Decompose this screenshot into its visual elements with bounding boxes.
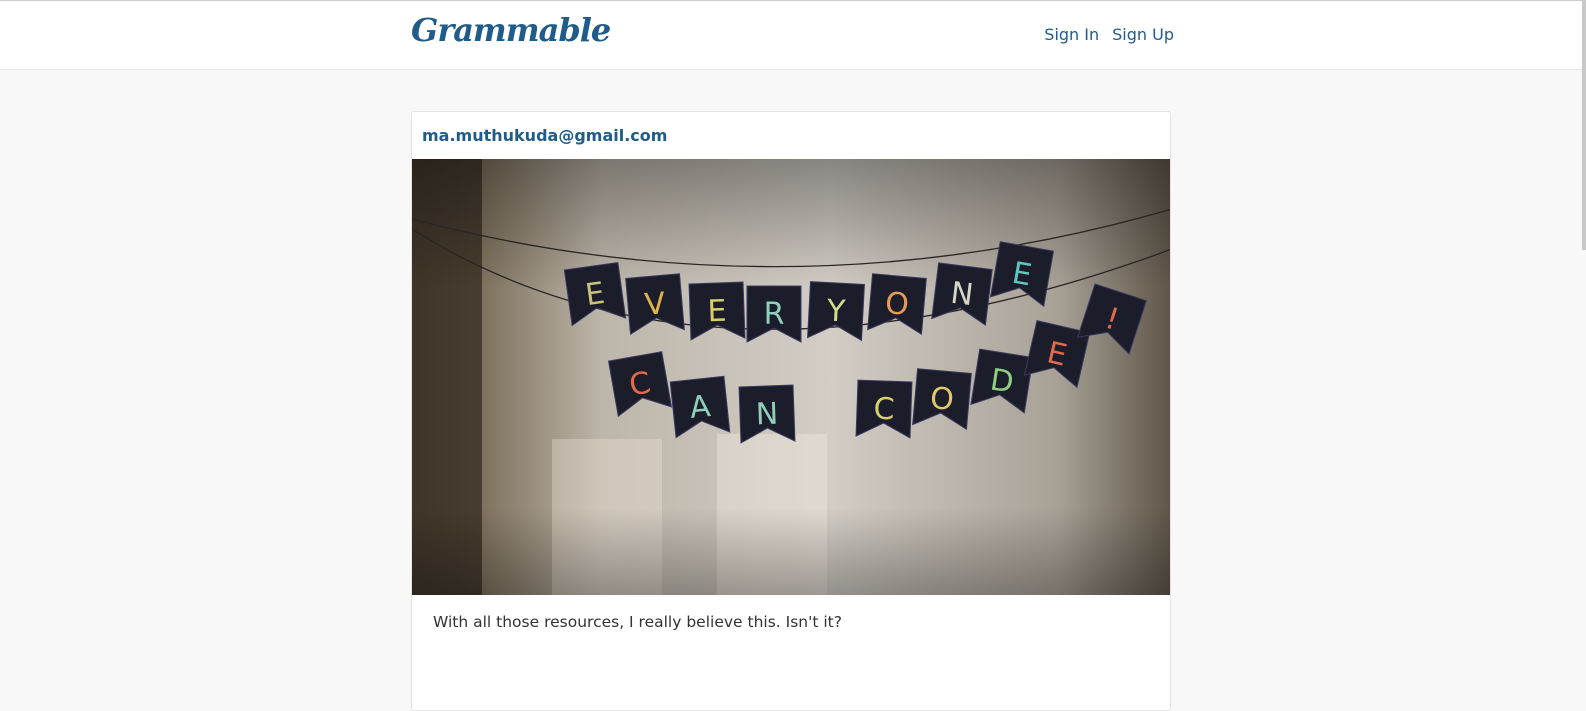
svg-text:E: E [707, 294, 727, 330]
svg-text:A: A [688, 389, 713, 426]
brand-logo[interactable]: Grammable [411, 11, 611, 49]
post-caption: With all those resources, I really belie… [433, 613, 842, 631]
svg-text:V: V [643, 286, 667, 323]
post-card: ma.muthukuda@gmail.com EVERYO N E C A N … [411, 111, 1171, 711]
scrollbar[interactable] [1582, 0, 1586, 250]
post-photo: E V E R Y O NE CA N C O DE! [412, 159, 1170, 595]
svg-text:O: O [884, 286, 911, 323]
svg-text:R: R [764, 297, 785, 332]
top-navbar: Grammable Sign In Sign Up [0, 0, 1586, 70]
nav-links: Sign In Sign Up [1044, 25, 1174, 44]
svg-text:Y: Y [825, 293, 847, 329]
svg-text:N: N [755, 397, 779, 433]
sign-up-link[interactable]: Sign Up [1112, 25, 1174, 44]
svg-text:C: C [873, 392, 895, 428]
svg-text:N: N [949, 276, 976, 313]
svg-text:O: O [929, 381, 956, 418]
sign-in-link[interactable]: Sign In [1044, 25, 1099, 44]
post-author: ma.muthukuda@gmail.com [422, 126, 668, 145]
